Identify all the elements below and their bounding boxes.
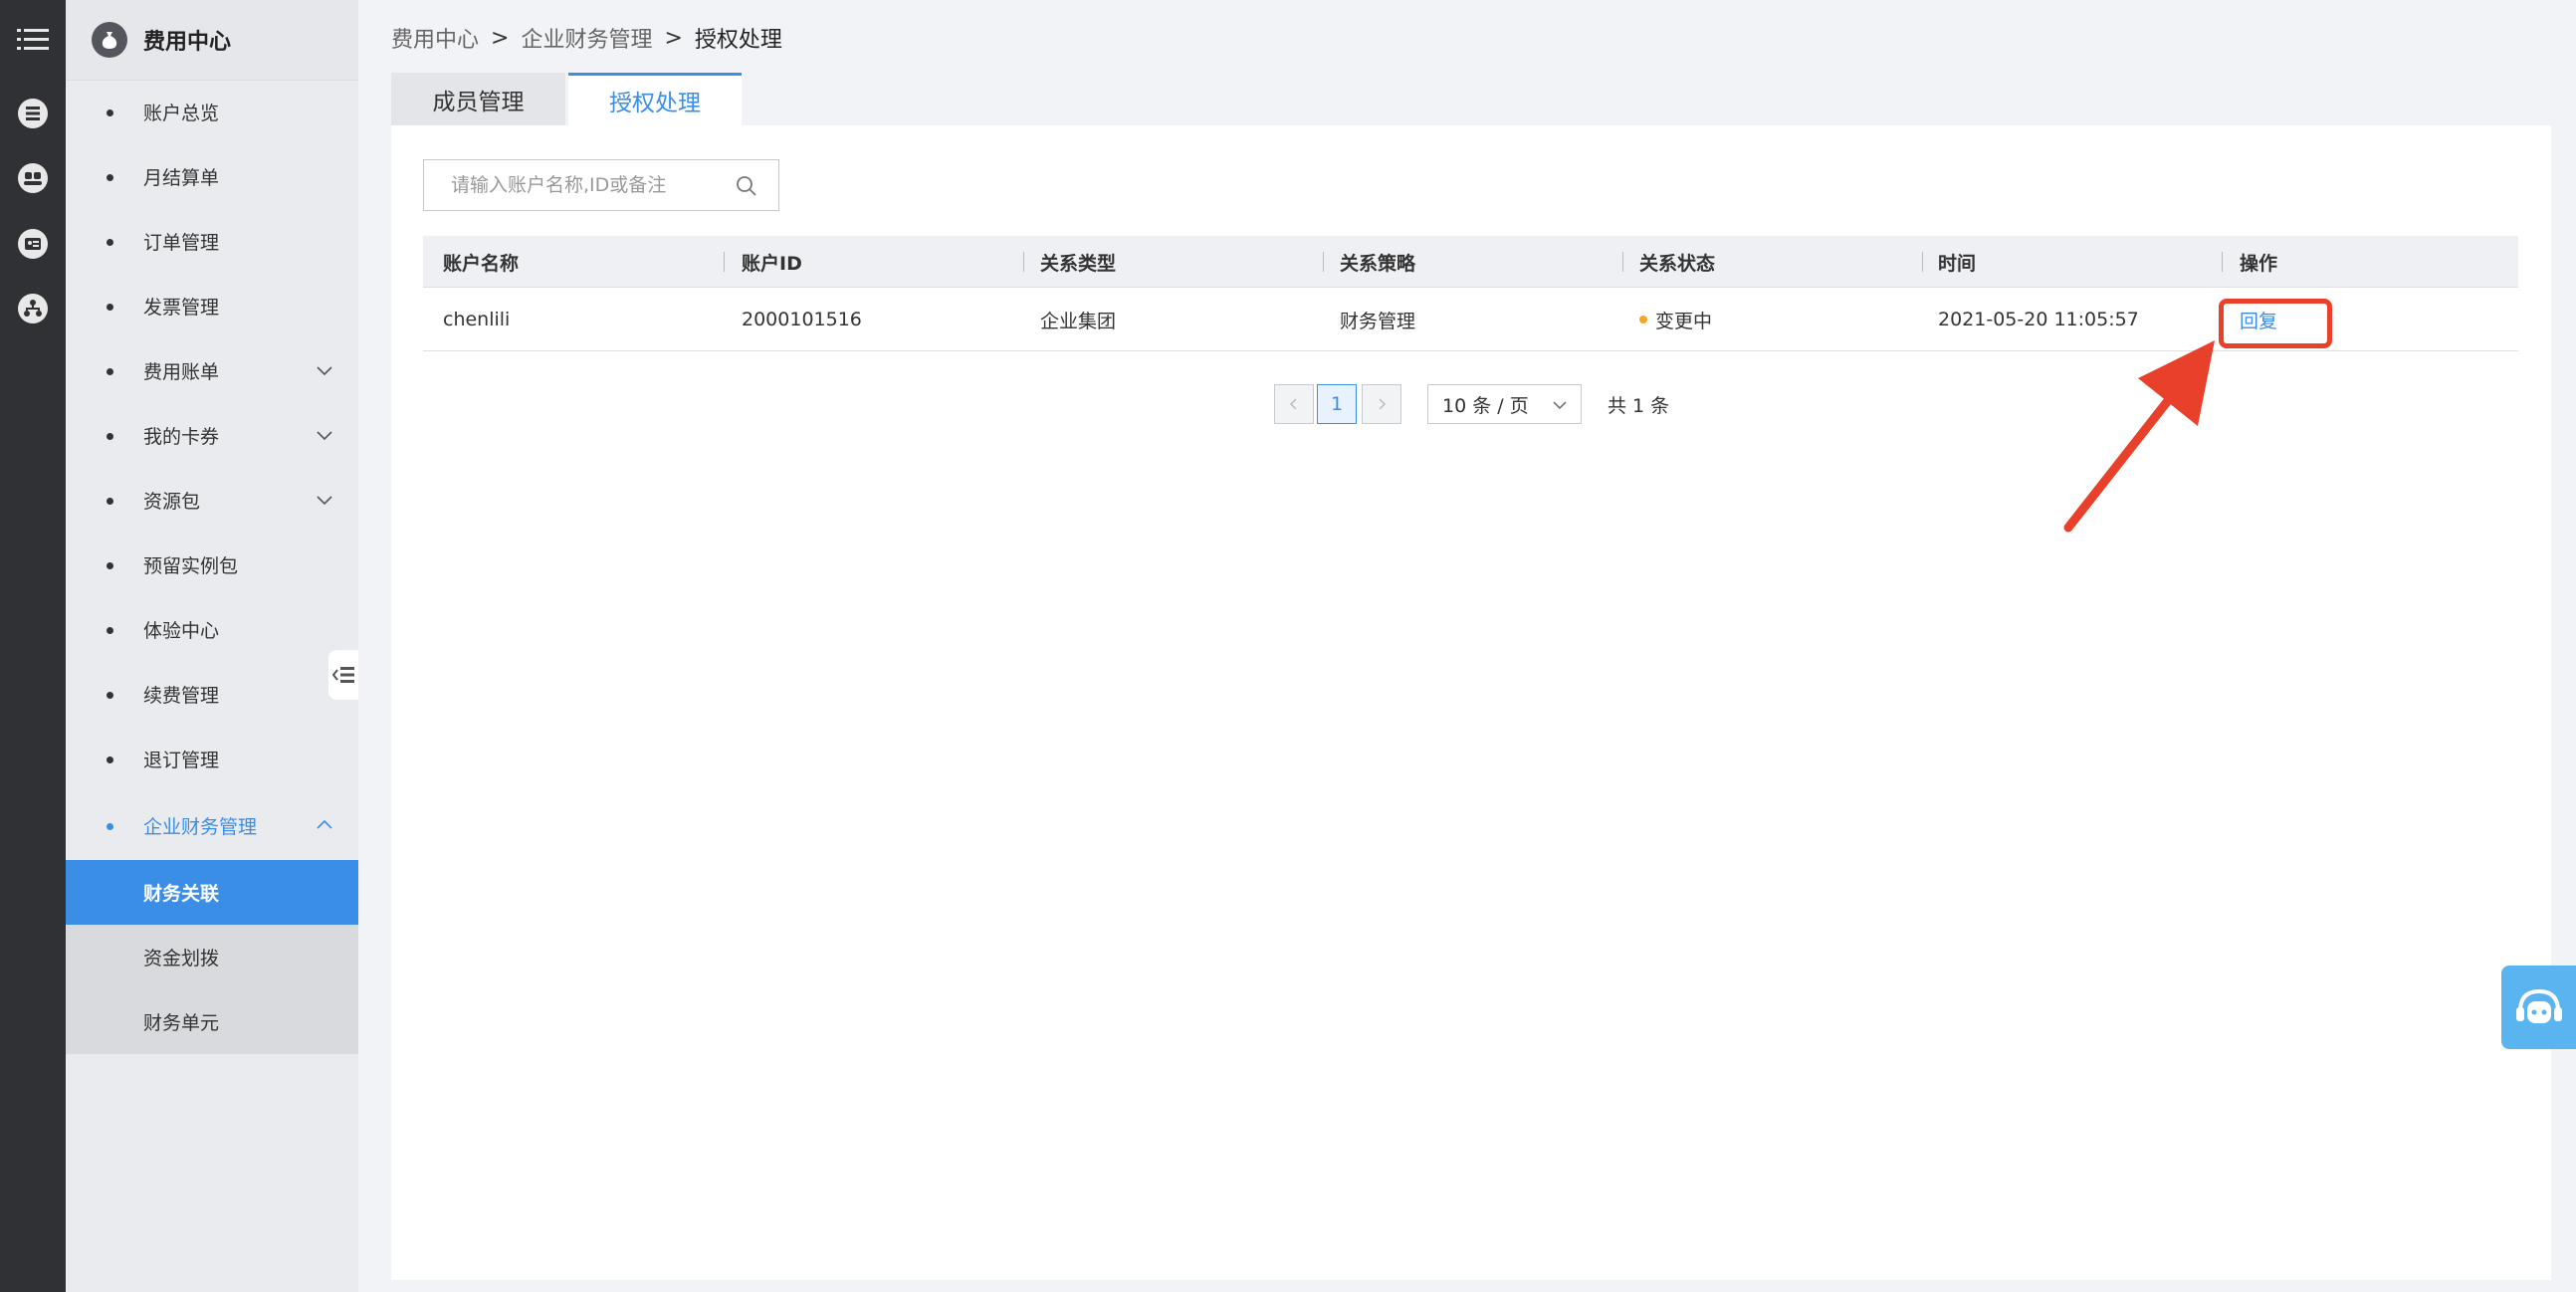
pagination-next-button[interactable]: [1362, 384, 1401, 424]
sidebar: 费用中心 账户总览 月结算单 订单管理 发票管理 费用账单 我的卡券 资源包 预…: [66, 0, 358, 1292]
page-size-value: 10 条 / 页: [1442, 394, 1529, 417]
sidebar-subitem-label: 财务关联: [143, 883, 220, 905]
sidebar-item-label: 续费管理: [143, 685, 220, 707]
sidebar-item-renewals[interactable]: 续费管理: [66, 662, 358, 727]
users-icon: [18, 163, 48, 193]
sidebar-item-resource-packs[interactable]: 资源包: [66, 468, 358, 533]
sidebar-item-unsubscribe[interactable]: 退订管理: [66, 727, 358, 791]
pagination-total: 共 1 条: [1608, 394, 1670, 417]
icon-rail: [0, 0, 66, 1292]
breadcrumb-cost-center[interactable]: 费用中心: [391, 22, 479, 54]
sidebar-item-trial-center[interactable]: 体验中心: [66, 597, 358, 662]
sidebar-title: 费用中心: [143, 30, 232, 55]
search-box: [423, 159, 779, 211]
chat-robot-icon: [2515, 988, 2562, 1023]
tab-authorization[interactable]: 授权处理: [568, 73, 742, 125]
breadcrumb-separator: >: [491, 25, 510, 51]
tab-members[interactable]: 成员管理: [391, 73, 565, 125]
sidebar-subitem-finance-unit[interactable]: 财务单元: [66, 989, 358, 1054]
page-size-select[interactable]: 10 条 / 页: [1427, 384, 1582, 424]
breadcrumb-enterprise-finance[interactable]: 企业财务管理: [521, 22, 652, 54]
sidebar-item-enterprise-finance[interactable]: 企业财务管理: [66, 793, 358, 858]
sidebar-collapse-button[interactable]: [328, 650, 358, 700]
search-icon[interactable]: [735, 174, 758, 198]
sidebar-item-label: 预留实例包: [143, 555, 239, 577]
menu-toggle-button[interactable]: [0, 12, 66, 68]
sidebar-item-coupons[interactable]: 我的卡券: [66, 403, 358, 468]
sidebar-item-label: 资源包: [143, 491, 201, 513]
database-icon: [18, 99, 48, 128]
chevron-up-icon: [317, 819, 332, 829]
id-card-icon: [18, 229, 48, 259]
sidebar-item-label: 我的卡券: [143, 426, 220, 448]
sidebar-item-monthly-statement[interactable]: 月结算单: [66, 144, 358, 209]
column-header-action: 操作: [2240, 252, 2278, 275]
sidebar-item-label: 企业财务管理: [143, 816, 258, 838]
sidebar-item-orders[interactable]: 订单管理: [66, 209, 358, 274]
pagination-prev-button[interactable]: [1274, 384, 1314, 424]
sidebar-subitem-label: 财务单元: [143, 1012, 220, 1034]
chevron-left-icon: [1289, 398, 1297, 410]
chevron-down-icon: [1553, 401, 1567, 410]
status-dot: [1639, 316, 1647, 323]
sidebar-item-label: 发票管理: [143, 297, 220, 319]
customer-service-button[interactable]: [2501, 966, 2576, 1049]
collapse-menu-icon: [332, 667, 354, 683]
sidebar-subitem-label: 资金划拨: [143, 948, 220, 969]
sidebar-item-label: 退订管理: [143, 750, 220, 771]
column-header-account-name: 账户名称: [443, 252, 520, 275]
sidebar-item-label: 订单管理: [143, 232, 220, 254]
sidebar-subitem-fund-transfer[interactable]: 资金划拨: [66, 925, 358, 989]
rail-nav-id-card[interactable]: [0, 216, 66, 272]
cell-relation-policy: 财务管理: [1340, 310, 1416, 332]
search-input[interactable]: [451, 174, 720, 196]
sidebar-item-label: 账户总览: [143, 103, 220, 124]
cell-relation-type: 企业集团: [1040, 310, 1117, 332]
breadcrumb-current: 授权处理: [694, 28, 782, 53]
cell-relation-status: 变更中: [1639, 288, 1712, 351]
cell-account-id: 2000101516: [742, 309, 862, 330]
rail-nav-org[interactable]: [0, 281, 66, 336]
status-text: 变更中: [1655, 310, 1713, 332]
sidebar-item-label: 费用账单: [143, 361, 220, 383]
breadcrumb: 费用中心 > 企业财务管理 > 授权处理: [391, 20, 782, 56]
hamburger-icon: [17, 29, 49, 50]
sidebar-item-bills[interactable]: 费用账单: [66, 338, 358, 403]
column-header-time: 时间: [1938, 252, 1977, 275]
rail-nav-database[interactable]: [0, 86, 66, 141]
chevron-right-icon: [1379, 398, 1387, 410]
column-header-relation-status: 关系状态: [1639, 252, 1716, 275]
column-header-relation-policy: 关系策略: [1340, 252, 1416, 275]
table-header: 账户名称 账户ID 关系类型 关系策略 关系状态 时间 操作: [423, 236, 2518, 288]
annotation-arrow-icon: [2063, 340, 2215, 533]
chevron-down-icon: [317, 431, 332, 441]
cell-account-name: chenlili: [443, 309, 511, 330]
chevron-down-icon: [317, 366, 332, 376]
annotation-highlight-box: [2219, 299, 2332, 348]
breadcrumb-separator: >: [664, 25, 683, 51]
sidebar-item-label: 月结算单: [143, 167, 220, 189]
money-bag-icon: [92, 22, 127, 58]
chevron-down-icon: [317, 496, 332, 506]
sidebar-item-invoices[interactable]: 发票管理: [66, 274, 358, 338]
sidebar-item-account-overview[interactable]: 账户总览: [66, 80, 358, 144]
column-header-account-id: 账户ID: [742, 252, 802, 275]
sidebar-item-label: 体验中心: [143, 620, 220, 642]
org-chart-icon: [18, 294, 48, 323]
pagination-page-1[interactable]: 1: [1317, 384, 1357, 424]
rail-nav-users[interactable]: [0, 150, 66, 206]
sidebar-item-reserved-instances[interactable]: 预留实例包: [66, 533, 358, 597]
sidebar-header: 费用中心: [66, 0, 358, 81]
column-header-relation-type: 关系类型: [1040, 252, 1117, 275]
sidebar-subitem-finance-link[interactable]: 财务关联: [66, 860, 358, 925]
